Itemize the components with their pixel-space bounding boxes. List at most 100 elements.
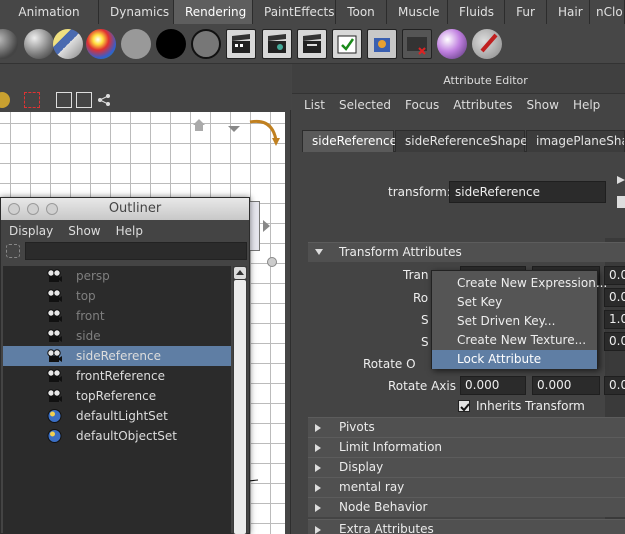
viewcube-arrow-right-icon[interactable] xyxy=(263,220,270,232)
clapboard-icon[interactable] xyxy=(262,29,292,59)
frame-icon[interactable] xyxy=(76,92,92,108)
paint-brush-icon[interactable] xyxy=(472,29,502,59)
outliner-item[interactable]: front xyxy=(3,306,231,326)
outliner-item-label: topReference xyxy=(76,389,157,403)
section-limit-information[interactable]: Limit Information xyxy=(308,437,625,457)
tab-sidereference[interactable]: sideReference xyxy=(302,130,397,152)
ae-menu-selected[interactable]: Selected xyxy=(339,94,391,116)
rotate-axis-x-field[interactable]: 0.000 xyxy=(460,376,526,395)
viewcube-menu-icon[interactable] xyxy=(267,257,277,267)
menu-item-set-key[interactable]: Set Key xyxy=(432,293,597,312)
outliner-item[interactable]: defaultLightSet xyxy=(3,406,231,426)
rainbow-sphere-icon[interactable] xyxy=(86,29,116,59)
gray-sphere-icon[interactable] xyxy=(0,29,18,59)
tab-imageplaneshape[interactable]: imagePlaneShap xyxy=(526,130,625,152)
section-pivots[interactable]: Pivots xyxy=(308,417,625,437)
rotate-axis-y-field[interactable]: 0.000 xyxy=(532,376,600,395)
outliner-titlebar[interactable]: Outliner xyxy=(1,198,249,220)
outliner-filter-input[interactable] xyxy=(25,242,247,260)
light-icon[interactable] xyxy=(0,92,10,108)
ae-menu-focus[interactable]: Focus xyxy=(405,94,439,116)
shelf-tab-ncloth[interactable]: nClo xyxy=(590,0,625,24)
ae-tab-bar: sideReference sideReferenceShape imagePl… xyxy=(302,130,625,152)
ae-menu-show[interactable]: Show xyxy=(527,94,559,116)
outliner-item[interactable]: top xyxy=(3,286,231,306)
dark-circle-icon[interactable] xyxy=(191,29,221,59)
share-icon[interactable] xyxy=(96,92,112,108)
select-region-icon[interactable] xyxy=(24,92,40,108)
ae-menu-attributes[interactable]: Attributes xyxy=(453,94,512,116)
rotate-order-label: Rotate O xyxy=(363,357,416,371)
outliner-item-label: persp xyxy=(76,269,110,283)
menu-item-create-new-texture[interactable]: Create New Texture... xyxy=(432,331,597,350)
attribute-editor-menubar: List Selected Focus Attributes Show Help xyxy=(292,94,614,116)
expand-icon xyxy=(315,444,321,452)
scroll-up-button[interactable] xyxy=(234,267,246,279)
shaded-sphere-icon[interactable] xyxy=(24,29,54,59)
shelf-tab-toon[interactable]: Toon xyxy=(336,0,387,24)
outliner-menu-display[interactable]: Display xyxy=(9,220,53,240)
section-transform-attributes[interactable]: Transform Attributes xyxy=(308,242,625,262)
outliner-item[interactable]: side xyxy=(3,326,231,346)
attribute-context-menu: Create New Expression... Set Key Set Dri… xyxy=(431,270,607,369)
ae-menu-help[interactable]: Help xyxy=(573,94,600,116)
shelf-tab-bar: Animation Dynamics Rendering PaintEffect… xyxy=(0,0,625,24)
film-icon[interactable] xyxy=(402,29,432,59)
section-display[interactable]: Display xyxy=(308,457,625,477)
filter-options-icon[interactable] xyxy=(6,244,20,258)
scroll-thumb[interactable] xyxy=(234,280,246,534)
shear-z-field[interactable]: 0.00 xyxy=(604,332,625,351)
rotate-axis-z-field[interactable]: 0.00 xyxy=(604,376,625,395)
home-icon[interactable] xyxy=(192,118,206,132)
outliner-item[interactable]: defaultObjectSet xyxy=(3,426,231,446)
outliner-item[interactable]: frontReference xyxy=(3,366,231,386)
focus-arrow-icon[interactable] xyxy=(617,174,625,214)
viewcube-arrow-up-icon[interactable] xyxy=(228,126,240,132)
menu-item-lock-attribute[interactable]: Lock Attribute xyxy=(432,350,597,369)
shelf-tab-muscle[interactable]: Muscle xyxy=(387,0,448,24)
outliner-menu-show[interactable]: Show xyxy=(68,220,100,240)
outliner-item[interactable]: topReference xyxy=(3,386,231,406)
section-label: Node Behavior xyxy=(339,500,428,514)
black-circle-icon[interactable] xyxy=(156,29,186,59)
striped-sphere-icon[interactable] xyxy=(53,29,83,59)
expand-icon xyxy=(315,526,321,534)
shelf-tab-animation[interactable]: Animation xyxy=(0,0,99,24)
tab-sidereferenceshape[interactable]: sideReferenceShape xyxy=(395,130,528,152)
hypershade-icon[interactable] xyxy=(437,29,467,59)
shelf xyxy=(0,24,625,64)
clapboard-icon[interactable] xyxy=(297,29,327,59)
shelf-tab-painteffects[interactable]: PaintEffects xyxy=(253,0,336,24)
shelf-tab-rendering[interactable]: Rendering xyxy=(174,0,253,24)
shelf-tab-dynamics[interactable]: Dynamics xyxy=(99,0,174,24)
section-extra-attributes[interactable]: Extra Attributes xyxy=(308,519,625,534)
light-gray-circle-icon[interactable] xyxy=(121,29,151,59)
menu-item-create-new-expression[interactable]: Create New Expression... xyxy=(432,274,607,293)
shelf-tab-fur[interactable]: Fur xyxy=(505,0,547,24)
outliner-item[interactable]: persp xyxy=(3,266,231,286)
render-globals-icon[interactable] xyxy=(367,29,397,59)
camera-icon xyxy=(47,369,62,383)
section-label: Transform Attributes xyxy=(339,245,462,259)
clapboard-icon[interactable] xyxy=(226,29,256,59)
ae-menu-list[interactable]: List xyxy=(304,94,325,116)
outliner-item-label: side xyxy=(76,329,101,343)
outliner-item[interactable]: sideReference xyxy=(3,346,231,366)
inherits-transform-checkbox[interactable] xyxy=(458,400,470,412)
outliner-item-label: defaultLightSet xyxy=(76,409,168,423)
transform-name-field[interactable]: sideReference xyxy=(449,181,606,203)
section-node-behavior[interactable]: Node Behavior xyxy=(308,497,625,517)
shelf-tab-hair[interactable]: Hair xyxy=(547,0,590,24)
rotate-arrow-icon[interactable] xyxy=(246,116,282,152)
outliner-menu-help[interactable]: Help xyxy=(116,220,143,240)
section-label: Limit Information xyxy=(339,440,443,454)
shelf-tab-fluids[interactable]: Fluids xyxy=(448,0,505,24)
scale-z-field[interactable]: 1.00 xyxy=(604,310,625,329)
cube-icon[interactable] xyxy=(56,92,72,108)
translate-label: Tran xyxy=(403,268,429,282)
section-label: Pivots xyxy=(339,420,375,434)
clapboard-check-icon[interactable] xyxy=(332,29,362,59)
menu-item-set-driven-key[interactable]: Set Driven Key... xyxy=(432,312,597,331)
outliner-scrollbar[interactable] xyxy=(233,266,247,534)
section-mental-ray[interactable]: mental ray xyxy=(308,477,625,497)
